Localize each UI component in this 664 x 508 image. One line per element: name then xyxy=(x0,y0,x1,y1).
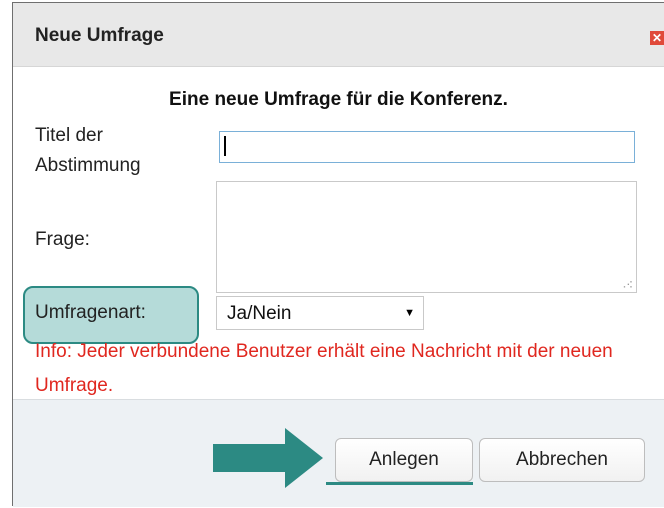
new-poll-dialog: Neue Umfrage ✕ Eine neue Umfrage für die… xyxy=(12,2,664,507)
poll-title-label: Titel der Abstimmung xyxy=(35,125,141,176)
create-button[interactable]: Anlegen xyxy=(335,438,473,482)
chevron-down-icon: ▼ xyxy=(404,307,415,319)
info-text: Info: Jeder verbundene Benutzer erhält e… xyxy=(35,341,613,396)
dialog-titlebar: Neue Umfrage ✕ xyxy=(13,3,664,67)
cancel-button[interactable]: Abbrechen xyxy=(479,438,645,482)
tutorial-arrow-icon xyxy=(213,428,323,488)
poll-type-label: Umfragenart: xyxy=(35,302,146,323)
dialog-heading: Eine neue Umfrage für die Konferenz. xyxy=(169,89,508,110)
resize-handle-icon[interactable]: ⠠⠪ xyxy=(620,281,633,290)
question-label: Frage: xyxy=(35,229,90,250)
dialog-title: Neue Umfrage xyxy=(35,25,164,46)
text-caret xyxy=(224,136,226,156)
question-textarea[interactable]: ⠠⠪ xyxy=(216,181,637,293)
poll-title-input[interactable] xyxy=(219,131,635,163)
poll-type-select[interactable]: Ja/Nein ▼ xyxy=(216,296,424,330)
dialog-footer: Anlegen Abbrechen xyxy=(13,399,664,507)
close-icon[interactable]: ✕ xyxy=(650,31,664,45)
tutorial-underline xyxy=(326,482,473,485)
poll-type-value: Ja/Nein xyxy=(227,303,292,324)
